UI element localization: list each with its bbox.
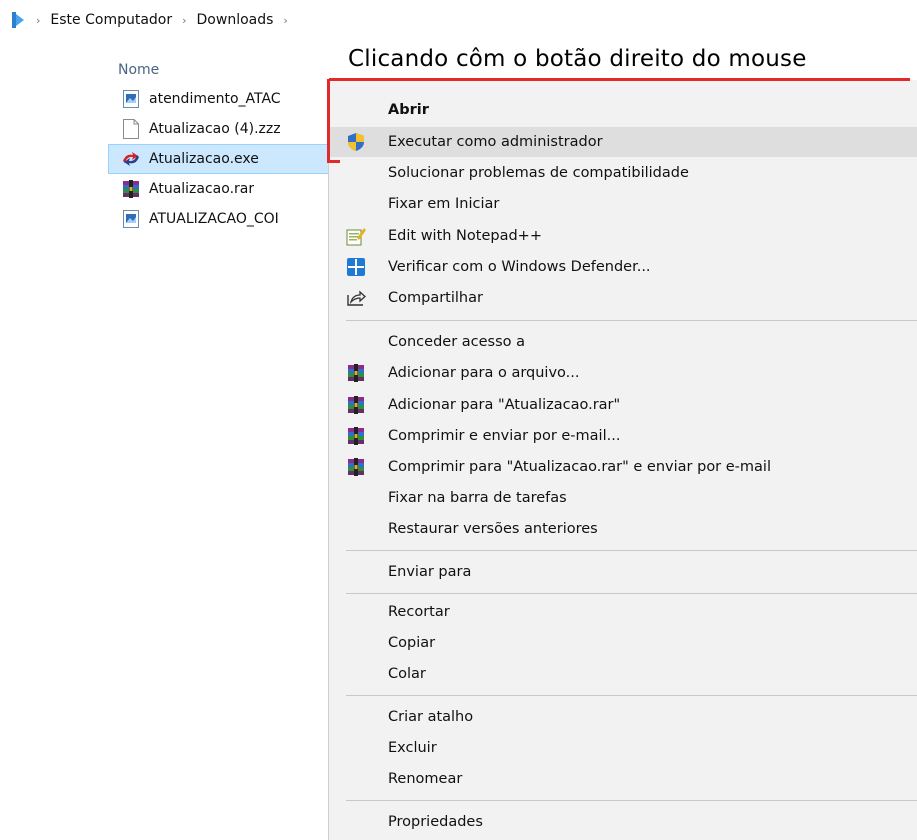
menu-item-label: Executar como administrador (388, 134, 603, 150)
menu-item-compartilhar[interactable]: Compartilhar (330, 283, 917, 313)
share-icon (346, 288, 366, 308)
chevron-right-icon[interactable]: › (36, 14, 40, 27)
menu-item-excluir[interactable]: Excluir (330, 733, 917, 763)
menu-item-label: Propriedades (388, 814, 483, 830)
menu-item-solucionar-problemas[interactable]: Solucionar problemas de compatibilidade (330, 158, 917, 188)
menu-item-edit-with-notepad[interactable]: Edit with Notepad++ (330, 221, 917, 251)
menu-item-label: Adicionar para o arquivo... (388, 365, 580, 381)
menu-item-renomear[interactable]: Renomear (330, 764, 917, 794)
breadcrumb-item-este-computador[interactable]: Este Computador (50, 12, 172, 28)
winrar-icon (121, 180, 141, 198)
menu-separator (346, 800, 917, 801)
menu-item-executar-como-administrador[interactable]: Executar como administrador (330, 127, 917, 157)
file-row-atualizacao-exe[interactable]: Atualizacao.exe (108, 144, 330, 174)
file-row-atendimento[interactable]: atendimento_ATAC (108, 84, 330, 114)
winrar-icon (346, 395, 366, 415)
file-row-atualizacao-rar[interactable]: Atualizacao.rar (108, 174, 330, 204)
menu-item-label: Criar atalho (388, 709, 474, 725)
menu-item-comprimir-enviar-email[interactable]: Comprimir e enviar por e-mail... (330, 421, 917, 451)
image-file-icon (121, 90, 141, 108)
chevron-right-icon[interactable]: › (182, 14, 186, 27)
menu-item-label: Comprimir e enviar por e-mail... (388, 428, 621, 444)
menu-separator (346, 550, 917, 551)
menu-item-colar[interactable]: Colar (330, 659, 917, 689)
menu-item-label: Restaurar versões anteriores (388, 521, 598, 537)
menu-item-recortar[interactable]: Recortar (330, 597, 917, 627)
menu-item-conceder-acesso[interactable]: Conceder acesso a (330, 327, 917, 357)
notepad-plus-plus-icon (346, 226, 366, 246)
menu-item-label: Renomear (388, 771, 463, 787)
winrar-icon (346, 426, 366, 446)
menu-item-label: Verificar com o Windows Defender... (388, 259, 651, 275)
menu-item-label: Colar (388, 666, 426, 682)
menu-separator (346, 593, 917, 594)
menu-item-label: Compartilhar (388, 290, 483, 306)
file-name: ATUALIZACAO_COI (149, 211, 279, 227)
file-name: Atualizacao.rar (149, 181, 255, 197)
menu-item-abrir[interactable]: Abrir (330, 95, 917, 125)
winrar-icon (346, 457, 366, 477)
menu-item-fixar-barra-tarefas[interactable]: Fixar na barra de tarefas (330, 483, 917, 513)
menu-item-adicionar-para-arquivo[interactable]: Adicionar para o arquivo... (330, 358, 917, 388)
winrar-icon (346, 363, 366, 383)
chevron-right-icon[interactable]: › (283, 14, 287, 27)
menu-item-comprimir-rar-enviar-email[interactable]: Comprimir para "Atualizacao.rar" e envia… (330, 452, 917, 482)
file-name: atendimento_ATAC (149, 91, 281, 107)
file-row-atualizacao-coi[interactable]: ATUALIZACAO_COI (108, 204, 330, 234)
menu-item-criar-atalho[interactable]: Criar atalho (330, 702, 917, 732)
menu-item-label: Recortar (388, 604, 450, 620)
menu-item-propriedades[interactable]: Propriedades (330, 807, 917, 837)
menu-item-windows-defender[interactable]: Verificar com o Windows Defender... (330, 252, 917, 282)
file-name: Atualizacao.exe (149, 151, 259, 167)
menu-item-label: Edit with Notepad++ (388, 228, 542, 244)
menu-item-label: Conceder acesso a (388, 334, 526, 350)
menu-item-label: Copiar (388, 635, 436, 651)
location-arrow-icon[interactable] (12, 12, 26, 28)
breadcrumb: › Este Computador › Downloads › (0, 0, 917, 40)
file-name: Atualizacao (4).zzz (149, 121, 281, 137)
menu-item-label: Fixar em Iniciar (388, 196, 500, 212)
menu-item-label: Solucionar problemas de compatibilidade (388, 165, 689, 181)
menu-item-copiar[interactable]: Copiar (330, 628, 917, 658)
breadcrumb-item-downloads[interactable]: Downloads (197, 12, 274, 28)
menu-item-label: Comprimir para "Atualizacao.rar" e envia… (388, 459, 771, 475)
menu-separator (346, 695, 917, 696)
image-file-icon (121, 210, 141, 228)
annotation-text: Clicando côm o botão direito do mouse (348, 46, 807, 72)
file-list: Nome atendimento_ATAC Atualizacao (4).zz… (108, 56, 330, 234)
menu-item-label: Abrir (388, 102, 429, 118)
annotation-underline (329, 78, 910, 81)
menu-item-label: Fixar na barra de tarefas (388, 490, 567, 506)
windows-defender-icon (346, 257, 366, 277)
menu-item-label: Adicionar para "Atualizacao.rar" (388, 397, 621, 413)
menu-separator (346, 320, 917, 321)
menu-item-label: Excluir (388, 740, 437, 756)
file-row-atualizacao-zzz[interactable]: Atualizacao (4).zzz (108, 114, 330, 144)
exe-app-icon (121, 150, 141, 168)
uac-shield-icon (346, 132, 366, 152)
context-menu: Abrir Executar como administrador Soluci… (328, 80, 917, 840)
annotation-bracket (327, 79, 340, 163)
column-header-nome[interactable]: Nome (108, 56, 330, 84)
blank-file-icon (121, 119, 141, 139)
menu-item-label: Enviar para (388, 564, 472, 580)
menu-item-restaurar-versoes[interactable]: Restaurar versões anteriores (330, 514, 917, 544)
menu-item-enviar-para[interactable]: Enviar para (330, 557, 917, 587)
menu-item-fixar-em-iniciar[interactable]: Fixar em Iniciar (330, 189, 917, 219)
menu-item-adicionar-para-rar[interactable]: Adicionar para "Atualizacao.rar" (330, 390, 917, 420)
